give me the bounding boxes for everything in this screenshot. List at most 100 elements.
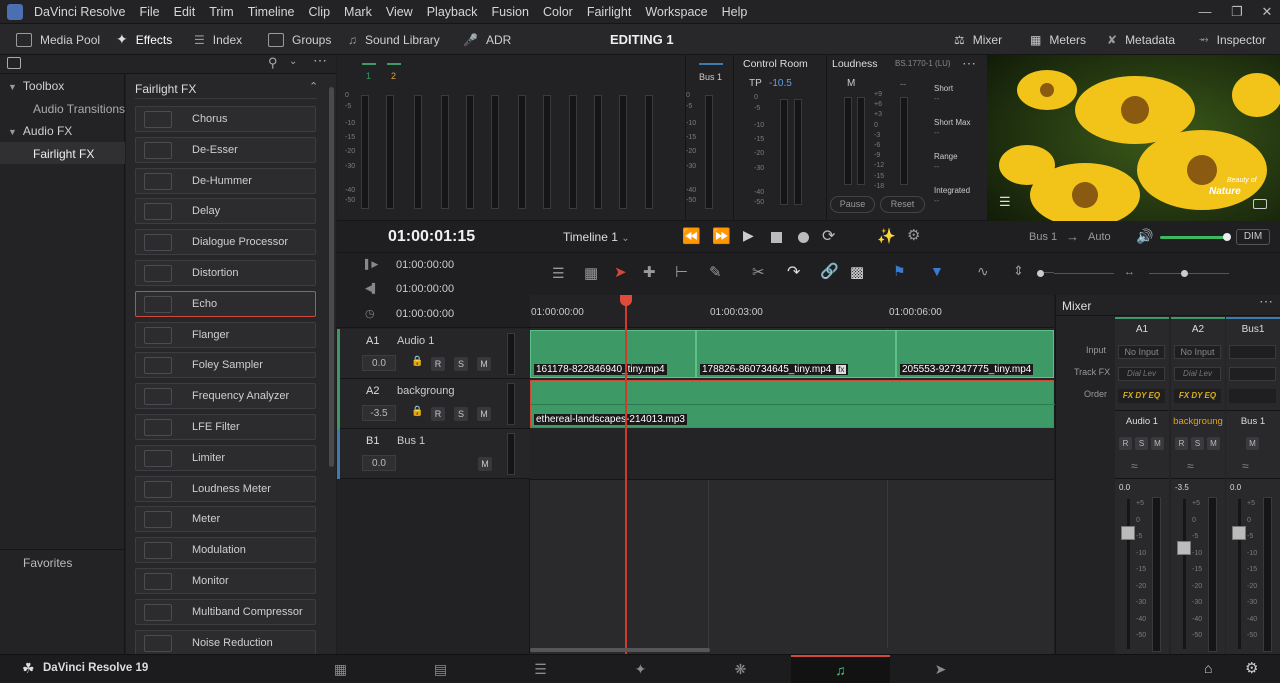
audio-clip[interactable]: 205553-927347775_tiny.mp4 xyxy=(896,330,1054,378)
fx-item-echo[interactable]: Echo xyxy=(135,290,316,317)
track-button-m[interactable]: M xyxy=(477,357,491,371)
adr-button[interactable]: 🎤 ADR xyxy=(463,24,511,55)
track-header-b1[interactable]: B1 Bus 1 0.0 M xyxy=(337,429,530,479)
fairlight-page-icon[interactable]: ♫ xyxy=(791,655,890,683)
play-icon[interactable]: ▶ xyxy=(743,227,754,244)
fx-item-loudness-meter[interactable]: Loudness Meter xyxy=(135,475,316,502)
audio-clip-selected[interactable]: ethereal-landscapes-214013.mp3 xyxy=(530,380,1055,428)
channel-button-r[interactable]: R xyxy=(1119,437,1132,450)
pan-control-icon[interactable]: ≈ xyxy=(1187,459,1194,473)
channel-input[interactable] xyxy=(1229,345,1276,359)
restore-icon[interactable]: ❐ xyxy=(1222,0,1252,24)
automation-mode[interactable]: Auto xyxy=(1088,231,1111,243)
track-name[interactable]: Bus 1 xyxy=(397,435,425,447)
fullscreen-icon[interactable] xyxy=(1253,199,1267,209)
grid-icon[interactable]: ▦ xyxy=(584,264,598,282)
channel-button-m[interactable]: M xyxy=(1207,437,1220,450)
pen-icon[interactable]: ✎ xyxy=(709,263,722,281)
menu-workspace[interactable]: Workspace xyxy=(638,5,714,19)
pan-control-icon[interactable]: ≈ xyxy=(1242,459,1249,473)
fx-item-chorus[interactable]: Chorus xyxy=(135,106,316,132)
range-select-icon[interactable]: ✚ xyxy=(643,263,656,281)
timeline-area[interactable]: 01:00:00:00 01:00:03:00 01:00:06:00 1611… xyxy=(530,295,1055,654)
speaker-icon[interactable]: 🔊 xyxy=(1136,228,1153,245)
fast-forward-icon[interactable]: ⏩ xyxy=(712,227,731,245)
menu-view[interactable]: View xyxy=(379,5,420,19)
channel-button-m[interactable]: M xyxy=(1246,437,1259,450)
menu-help[interactable]: Help xyxy=(715,5,755,19)
channel-name[interactable]: Bus 1 xyxy=(1226,416,1280,427)
channel-fader-value[interactable]: -3.5 xyxy=(1175,483,1189,492)
channel-order[interactable]: FX DY EQ xyxy=(1174,389,1221,403)
fx-item-frequency-analyzer[interactable]: Frequency Analyzer xyxy=(135,383,316,410)
channel-track-fx[interactable]: Dial Lev xyxy=(1174,367,1221,381)
audio-clip[interactable]: 178826-860734645_tiny.mp4 fx xyxy=(696,330,896,378)
fx-item-dialogue-processor[interactable]: Dialogue Processor xyxy=(135,229,316,256)
timeline-ruler[interactable]: 01:00:00:00 01:00:03:00 01:00:06:00 xyxy=(530,295,1054,328)
horizontal-zoom-icon[interactable]: ↔ xyxy=(1124,266,1135,278)
channel-fader-value[interactable]: 0.0 xyxy=(1230,483,1241,492)
inspector-button[interactable]: ⥇ Inspector xyxy=(1199,24,1266,55)
layout-icon[interactable]: ☰ xyxy=(552,265,565,282)
pan-control-icon[interactable]: ≈ xyxy=(1131,459,1138,473)
groups-button[interactable]: Groups xyxy=(268,24,331,55)
pause-button[interactable]: Pause xyxy=(830,196,875,213)
fx-item-noise-reduction[interactable]: Noise Reduction xyxy=(135,629,316,656)
menu-fusion[interactable]: Fusion xyxy=(484,5,536,19)
fader-handle[interactable] xyxy=(1177,541,1191,555)
channel-button-s[interactable]: S xyxy=(1191,437,1204,450)
horizontal-zoom-handle[interactable] xyxy=(1181,270,1188,277)
track-header-a2[interactable]: A2 backgroung -3.5 🔒 R S M xyxy=(337,379,530,429)
track-button-r[interactable]: R xyxy=(431,407,445,421)
track-volume[interactable]: 0.0 xyxy=(362,455,396,471)
playhead[interactable] xyxy=(625,295,627,654)
edit-page-icon[interactable]: ☰ xyxy=(491,655,590,683)
track-volume[interactable]: 0.0 xyxy=(362,355,396,371)
audio-clip[interactable]: 161178-822846940_tiny.mp4 xyxy=(530,330,696,378)
channel-button-m[interactable]: M xyxy=(1151,437,1164,450)
fx-item-de-hummer[interactable]: De-Hummer xyxy=(135,167,316,194)
favorites-header[interactable]: Favorites xyxy=(23,556,72,570)
current-timecode[interactable]: 01:00:01:15 xyxy=(388,228,475,246)
channel-track-fx[interactable] xyxy=(1229,367,1276,381)
channel-input[interactable]: No Input xyxy=(1174,345,1221,359)
fader-handle[interactable] xyxy=(1121,526,1135,540)
minimize-icon[interactable]: — xyxy=(1190,0,1220,24)
channel-order[interactable] xyxy=(1229,389,1276,403)
volume-slider[interactable] xyxy=(1160,236,1228,239)
gear-icon[interactable]: ⚙ xyxy=(907,226,920,244)
rewind-icon[interactable]: ⏪ xyxy=(682,227,701,245)
vertical-zoom-track[interactable] xyxy=(1054,273,1114,274)
scrollbar[interactable] xyxy=(329,87,334,467)
tree-fairlight-fx[interactable]: Fairlight FX xyxy=(0,142,125,164)
menu-trim[interactable]: Trim xyxy=(202,5,241,19)
fusion-page-icon[interactable]: ✦ xyxy=(591,655,690,683)
fx-item-limiter[interactable]: Limiter xyxy=(135,444,316,471)
dim-button[interactable]: DIM xyxy=(1236,229,1270,245)
loop-icon[interactable]: ⟳ xyxy=(822,226,835,246)
track-button-r[interactable]: R xyxy=(431,357,445,371)
app-logo-icon[interactable] xyxy=(7,4,23,20)
metadata-button[interactable]: ✘ Metadata xyxy=(1107,24,1175,55)
menu-mark[interactable]: Mark xyxy=(337,5,379,19)
fx-item-de-esser[interactable]: De-Esser xyxy=(135,136,316,163)
close-icon[interactable]: ✕ xyxy=(1252,0,1280,24)
fx-item-meter[interactable]: Meter xyxy=(135,506,316,533)
menu-timeline[interactable]: Timeline xyxy=(241,5,302,19)
track-button-s[interactable]: S xyxy=(454,357,468,371)
track-button-s[interactable]: S xyxy=(454,407,468,421)
lock-icon[interactable]: 🔒 xyxy=(411,356,423,367)
output-bus-label[interactable]: Bus 1 xyxy=(1029,231,1057,243)
cut-page-icon[interactable]: ▤ xyxy=(391,655,490,683)
track-header-a1[interactable]: A1 Audio 1 0.0 🔒 R S M xyxy=(337,329,530,379)
collapse-chevron-icon[interactable]: ⌃ xyxy=(309,80,318,93)
fx-item-foley-sampler[interactable]: Foley Sampler xyxy=(135,352,316,379)
mixer-toggle-button[interactable]: ⚖ Mixer xyxy=(954,24,1002,55)
channel-fader-value[interactable]: 0.0 xyxy=(1119,483,1130,492)
menu-edit[interactable]: Edit xyxy=(167,5,203,19)
out-timecode[interactable]: 01:00:00:00 xyxy=(396,283,454,295)
fx-item-distortion[interactable]: Distortion xyxy=(135,260,316,286)
channel-track-fx[interactable]: Dial Lev xyxy=(1118,367,1165,381)
fader-handle[interactable] xyxy=(1232,526,1246,540)
razor-icon[interactable]: ✂ xyxy=(752,263,765,281)
